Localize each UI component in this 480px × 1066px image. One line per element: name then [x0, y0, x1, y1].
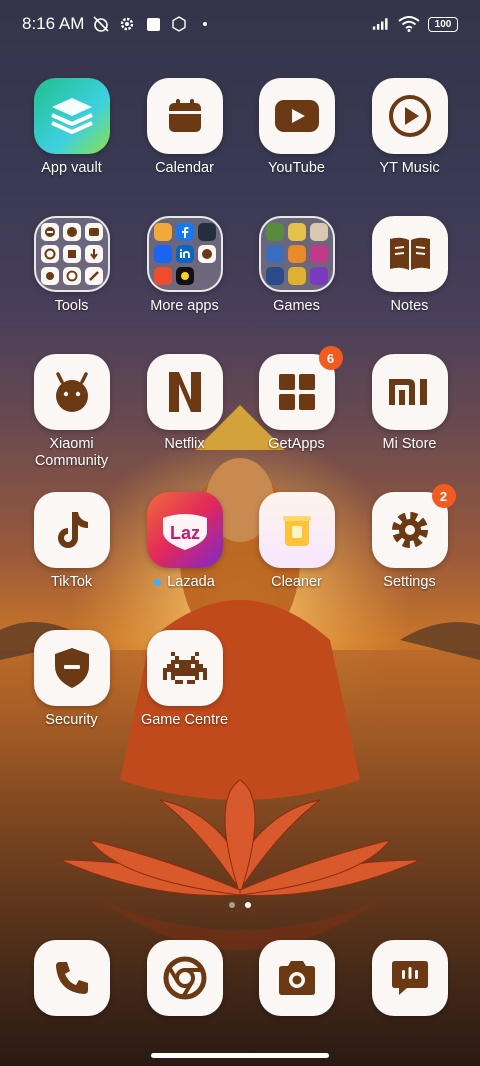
app-label: TikTok — [50, 574, 93, 590]
app-xiaomi-community[interactable]: Xiaomi Community — [15, 354, 128, 470]
netflix-icon — [146, 354, 223, 430]
notes-book-icon — [371, 216, 448, 292]
app-label: Tools — [54, 298, 89, 314]
dock-phone[interactable] — [15, 940, 128, 1016]
more-apps-folder-icon — [146, 216, 223, 292]
chrome-icon — [146, 940, 223, 1016]
mi-logo-icon — [371, 354, 448, 430]
app-lazada[interactable]: Laz Lazada — [128, 492, 241, 591]
app-label: Calendar — [155, 160, 214, 176]
folder-games[interactable]: Games — [240, 216, 353, 315]
gear-icon — [118, 15, 136, 33]
youtube-icon — [258, 78, 335, 154]
app-app-vault[interactable]: App vault — [15, 78, 128, 177]
app-calendar[interactable]: Calendar — [128, 78, 241, 177]
lazada-icon: Laz — [146, 492, 223, 568]
games-folder-icon — [258, 216, 335, 292]
hexagon-notification-icon — [170, 15, 188, 33]
app-label: Games — [273, 298, 320, 314]
app-vault-icon — [33, 78, 110, 154]
page-dot-active[interactable] — [245, 902, 251, 908]
page-dot[interactable] — [229, 902, 235, 908]
app-label: Settings — [383, 574, 436, 590]
app-label: Game Centre — [140, 712, 229, 728]
app-label: App vault — [41, 160, 102, 176]
notification-badge: 2 — [431, 484, 456, 508]
app-label: YT Music — [379, 160, 440, 176]
home-gesture-bar[interactable] — [151, 1053, 329, 1058]
app-netflix[interactable]: Netflix — [128, 354, 241, 453]
alarm-off-icon — [92, 15, 110, 33]
app-youtube[interactable]: YouTube — [240, 78, 353, 177]
dock-messages[interactable] — [353, 940, 466, 1016]
app-getapps[interactable]: 6 GetApps — [240, 346, 353, 453]
page-indicator — [229, 902, 251, 908]
tools-folder-icon — [33, 216, 110, 292]
signal-icon — [372, 15, 390, 33]
messages-icon — [371, 940, 448, 1016]
more-notifications-dot-icon — [196, 15, 214, 33]
wifi-icon — [398, 15, 420, 33]
app-mi-store[interactable]: Mi Store — [353, 354, 466, 453]
app-label: Lazada — [154, 574, 215, 591]
app-label: Netflix — [164, 436, 205, 452]
getapps-icon: 6 — [258, 346, 343, 430]
xiaomi-community-icon — [33, 354, 110, 430]
lazada-logo-text: Laz — [169, 523, 199, 543]
app-settings[interactable]: 2 Settings — [353, 484, 466, 591]
calendar-icon — [146, 78, 223, 154]
camera-icon — [258, 940, 335, 1016]
game-centre-invader-icon — [146, 630, 223, 706]
tiktok-music-note-icon — [33, 492, 110, 568]
app-label: Xiaomi Community — [34, 436, 109, 469]
app-label: Notes — [390, 298, 429, 314]
app-label: GetApps — [268, 436, 325, 452]
folder-more-apps[interactable]: More apps — [128, 216, 241, 315]
clock: 8:16 AM — [22, 14, 85, 33]
app-yt-music[interactable]: YT Music — [353, 78, 466, 177]
status-bar: 8:16 AM 100 — [0, 0, 480, 48]
dock-camera[interactable] — [240, 940, 353, 1016]
dock-chrome[interactable] — [128, 940, 241, 1016]
app-security[interactable]: Security — [15, 630, 128, 729]
app-label: More apps — [150, 298, 219, 314]
settings-gear-icon: 2 — [371, 484, 456, 568]
app-label: Security — [45, 712, 98, 728]
lazada-label-text: Lazada — [167, 574, 215, 590]
yt-music-icon — [371, 78, 448, 154]
battery-indicator: 100 — [428, 16, 458, 32]
app-notes[interactable]: Notes — [353, 216, 466, 315]
app-label: Mi Store — [382, 436, 437, 452]
app-label: YouTube — [268, 160, 325, 176]
security-shield-icon — [33, 630, 110, 706]
phone-icon — [33, 940, 110, 1016]
notification-badge: 6 — [318, 346, 343, 370]
folder-tools[interactable]: Tools — [15, 216, 128, 315]
cleaner-trash-icon — [258, 492, 335, 568]
app-game-centre[interactable]: Game Centre — [128, 630, 241, 729]
app-tiktok[interactable]: TikTok — [15, 492, 128, 591]
app-label: Cleaner — [271, 574, 322, 590]
app-cleaner[interactable]: Cleaner — [240, 492, 353, 591]
square-notification-icon — [144, 15, 162, 33]
